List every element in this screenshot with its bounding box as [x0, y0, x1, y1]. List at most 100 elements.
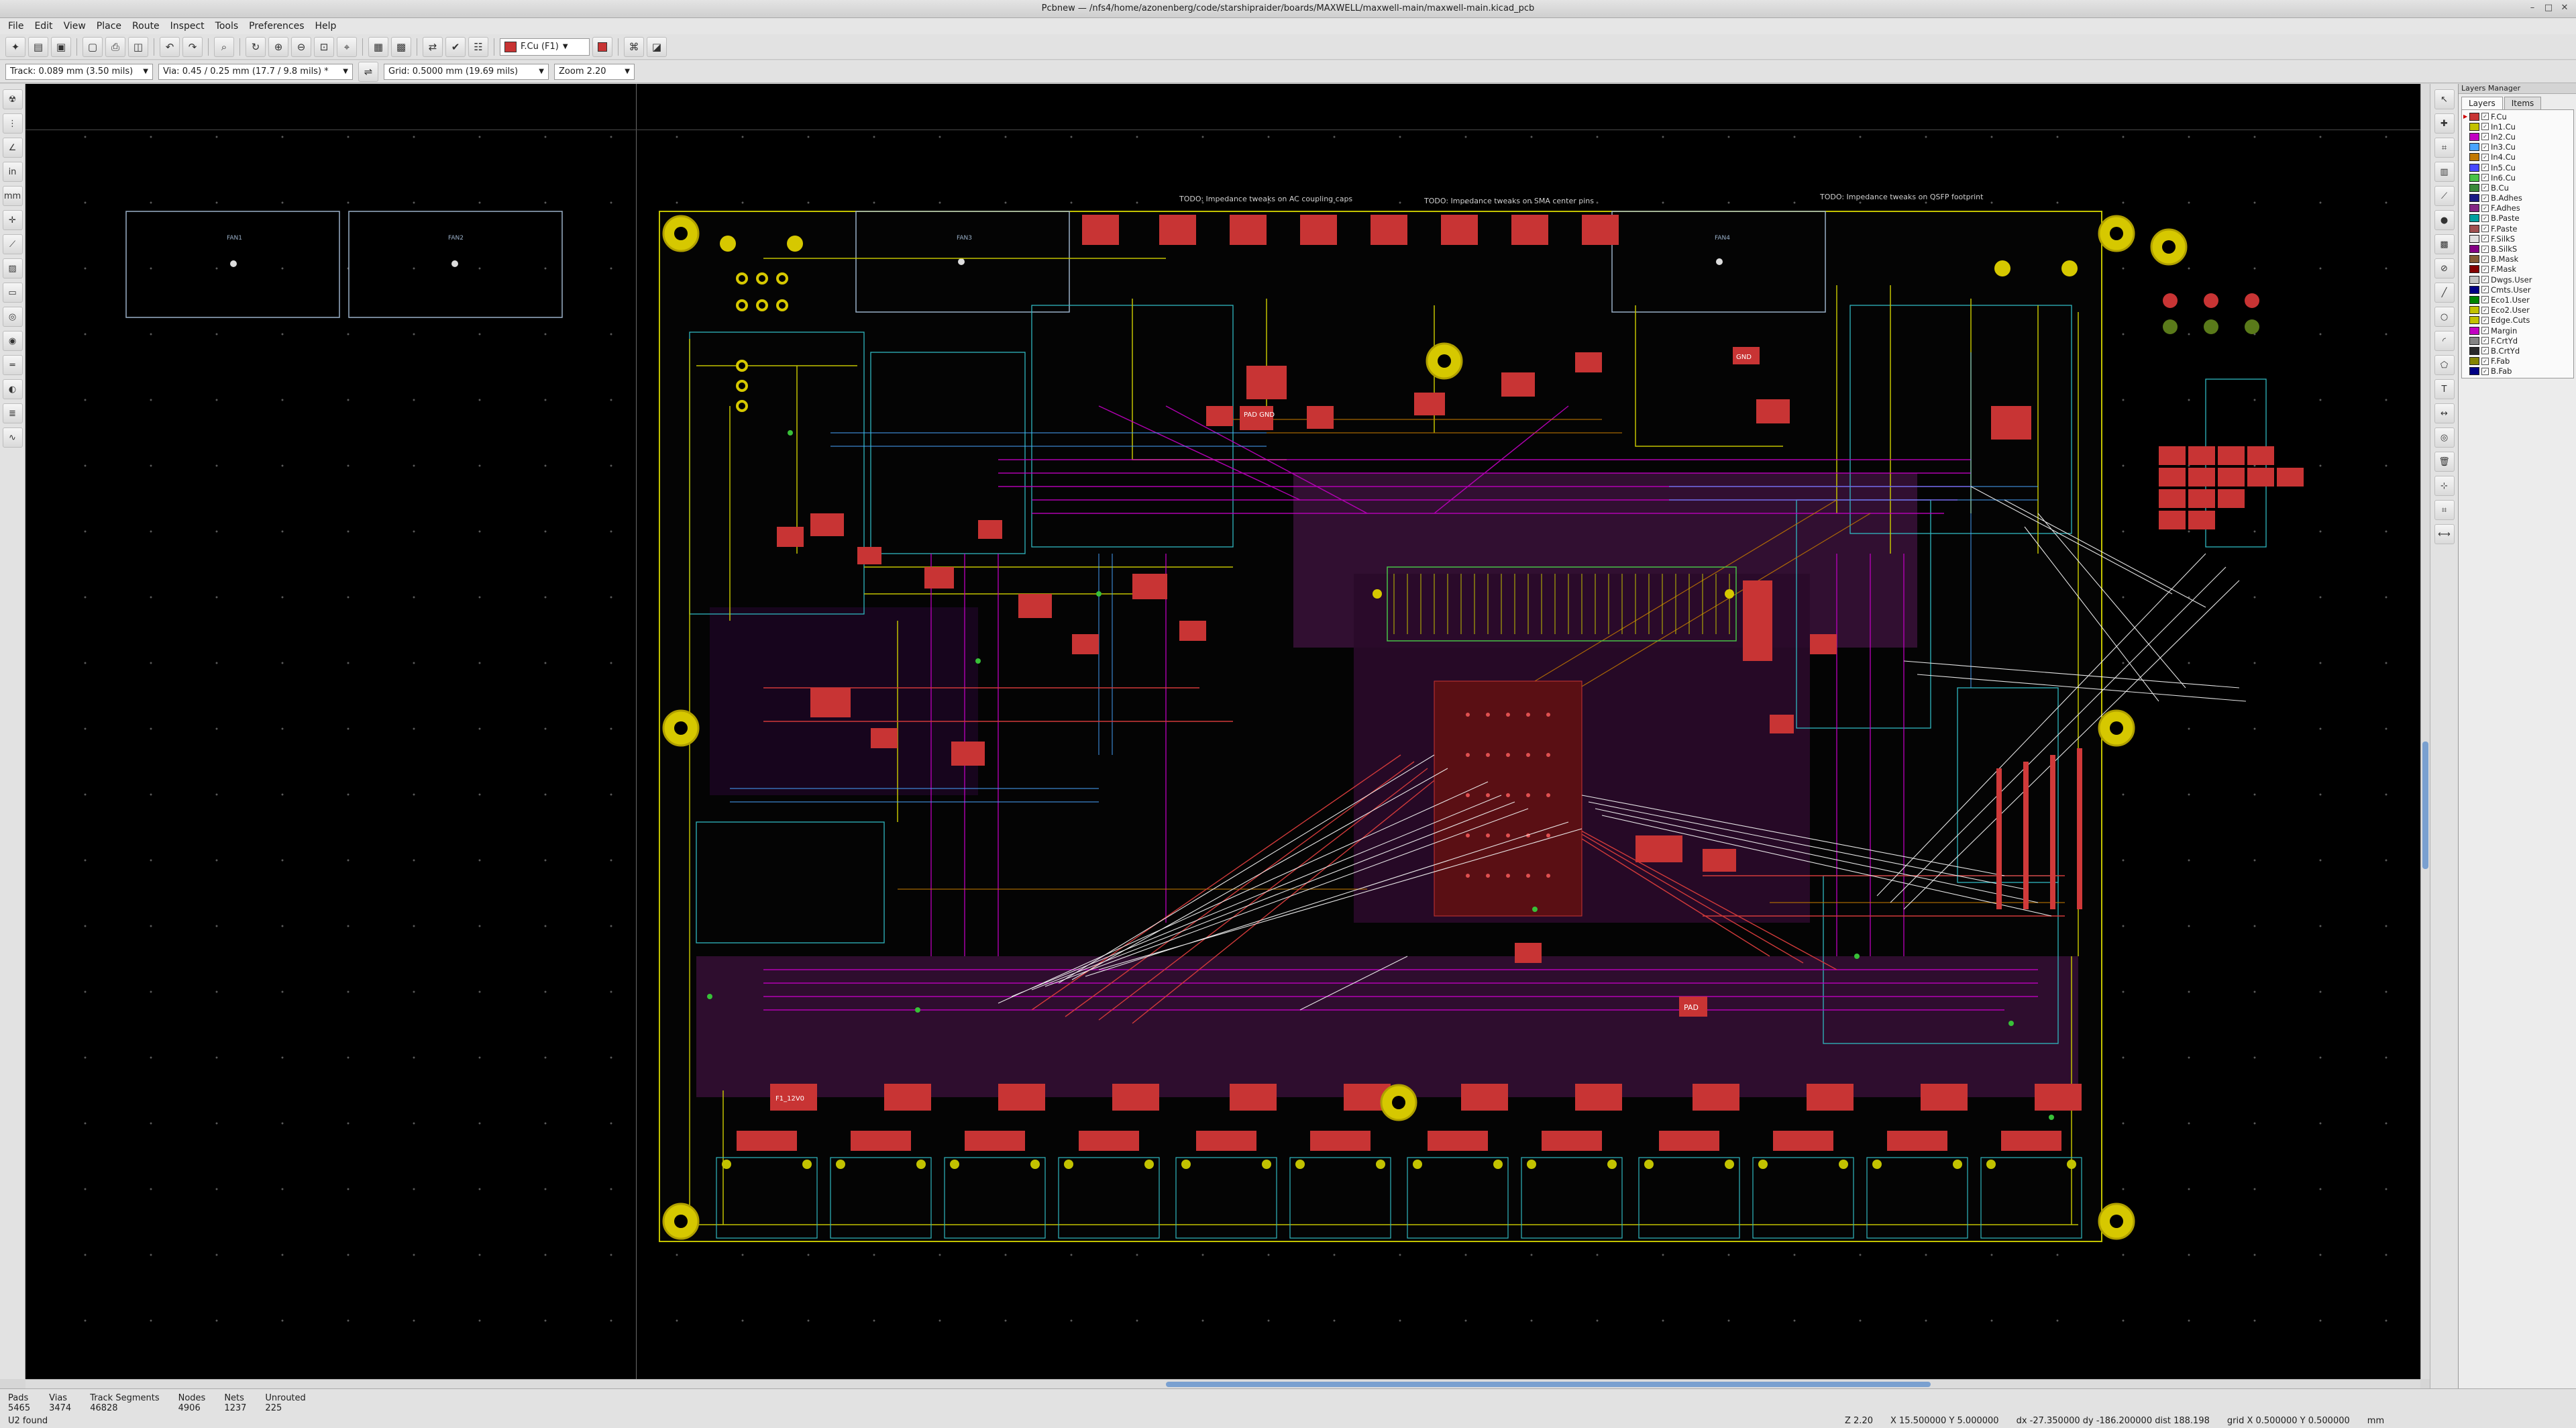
layer-row[interactable]: ✓ In4.Cu: [2462, 152, 2573, 162]
layer-visibility-checkbox[interactable]: ✓: [2481, 113, 2489, 121]
add-text-icon[interactable]: T: [2434, 379, 2455, 399]
layer-color-swatch[interactable]: [2469, 153, 2479, 162]
layer-visibility-checkbox[interactable]: ✓: [2481, 235, 2489, 243]
layer-row[interactable]: ✓ In3.Cu: [2462, 142, 2573, 152]
close-icon[interactable]: ✕: [2559, 2, 2571, 14]
zoom-select[interactable]: Zoom 2.20 ▼: [554, 63, 635, 80]
layer-row[interactable]: ✓ Dwgs.User: [2462, 274, 2573, 285]
layer-row[interactable]: ✓ F.Mask: [2462, 264, 2573, 274]
high-contrast-icon[interactable]: ◐: [2, 379, 23, 399]
layer-row[interactable]: ✓ Margin: [2462, 325, 2573, 336]
redo-icon[interactable]: ↷: [182, 36, 203, 57]
layer-visibility-checkbox[interactable]: ✓: [2481, 276, 2489, 284]
drc-toggle-icon[interactable]: ☢: [2, 89, 23, 109]
layer-pair-icon[interactable]: [592, 36, 612, 57]
layer-visibility-checkbox[interactable]: ✓: [2481, 184, 2489, 192]
cursor-shape-icon[interactable]: ✛: [2, 210, 23, 230]
maximize-icon[interactable]: □: [2542, 2, 2555, 14]
layer-color-swatch[interactable]: [2469, 173, 2479, 182]
layer-color-swatch[interactable]: [2469, 326, 2479, 335]
layer-color-swatch[interactable]: [2469, 316, 2479, 325]
zoom-selection-icon[interactable]: ⌖: [337, 36, 357, 57]
route-track-icon[interactable]: ⟋: [2434, 186, 2455, 206]
open-board-icon[interactable]: ▤: [28, 36, 48, 57]
layer-visibility-checkbox[interactable]: ✓: [2481, 327, 2489, 335]
layer-color-swatch[interactable]: [2469, 245, 2479, 254]
layer-row[interactable]: ✓ In1.Cu: [2462, 121, 2573, 132]
add-arc-icon[interactable]: ◜: [2434, 331, 2455, 351]
tab-items[interactable]: Items: [2504, 97, 2542, 109]
layer-color-swatch[interactable]: [2469, 122, 2479, 131]
layer-color-swatch[interactable]: [2469, 224, 2479, 233]
drc-icon[interactable]: ✔: [445, 36, 466, 57]
layers-manager-icon[interactable]: ≣: [2, 403, 23, 423]
minimize-icon[interactable]: –: [2526, 2, 2538, 14]
layer-color-swatch[interactable]: [2469, 367, 2479, 376]
grid-origin-icon[interactable]: ⌗: [2434, 500, 2455, 520]
layer-visibility-checkbox[interactable]: ✓: [2481, 296, 2489, 304]
layer-visibility-checkbox[interactable]: ✓: [2481, 133, 2489, 141]
add-dimension-icon[interactable]: ↔: [2434, 403, 2455, 423]
auto-track-width-icon[interactable]: ⇌: [358, 61, 378, 82]
refresh-icon[interactable]: ↻: [246, 36, 266, 57]
layer-color-swatch[interactable]: [2469, 163, 2479, 172]
pad-sketch-icon[interactable]: ◎: [2, 307, 23, 327]
menu-edit[interactable]: Edit: [29, 21, 58, 32]
menu-help[interactable]: Help: [310, 21, 342, 32]
polar-coords-icon[interactable]: ∠: [2, 138, 23, 158]
layer-color-swatch[interactable]: [2469, 214, 2479, 223]
layer-color-swatch[interactable]: [2469, 346, 2479, 355]
layer-row[interactable]: ✓ F.Paste: [2462, 223, 2573, 234]
plot-icon[interactable]: ◫: [128, 36, 148, 57]
zoom-out-icon[interactable]: ⊖: [291, 36, 311, 57]
layer-visibility-checkbox[interactable]: ✓: [2481, 357, 2489, 365]
layer-visibility-checkbox[interactable]: ✓: [2481, 194, 2489, 202]
layer-color-swatch[interactable]: [2469, 255, 2479, 264]
page-settings-icon[interactable]: ▢: [83, 36, 103, 57]
add-via-icon[interactable]: ●: [2434, 210, 2455, 230]
layer-row[interactable]: ✓ In5.Cu: [2462, 162, 2573, 172]
grid-size-select[interactable]: Grid: 0.5000 mm (19.69 mils) ▼: [384, 63, 549, 80]
layer-visibility-checkbox[interactable]: ✓: [2481, 245, 2489, 253]
measure-icon[interactable]: ⟷: [2434, 524, 2455, 544]
layer-visibility-checkbox[interactable]: ✓: [2481, 225, 2489, 233]
layer-color-swatch[interactable]: [2469, 234, 2479, 243]
add-polygon-icon[interactable]: ⬠: [2434, 355, 2455, 375]
local-ratsnest-icon[interactable]: ⌗: [2434, 138, 2455, 158]
layer-row[interactable]: ✓ Cmts.User: [2462, 285, 2573, 295]
layer-row[interactable]: ▶ ✓ F.Cu: [2462, 111, 2573, 121]
layer-row[interactable]: ✓ F.Fab: [2462, 356, 2573, 366]
layer-row[interactable]: ✓ F.Adhes: [2462, 203, 2573, 213]
layer-visibility-checkbox[interactable]: ✓: [2481, 123, 2489, 131]
zone-outline-icon[interactable]: ▭: [2, 283, 23, 303]
layer-color-swatch[interactable]: [2469, 194, 2479, 203]
layer-color-swatch[interactable]: [2469, 336, 2479, 345]
add-circle-icon[interactable]: ○: [2434, 307, 2455, 327]
layer-color-swatch[interactable]: [2469, 275, 2479, 284]
layer-visibility-checkbox[interactable]: ✓: [2481, 143, 2489, 151]
layer-visibility-checkbox[interactable]: ✓: [2481, 174, 2489, 182]
zoom-in-icon[interactable]: ⊕: [268, 36, 288, 57]
layer-color-swatch[interactable]: [2469, 132, 2479, 141]
menu-view[interactable]: View: [58, 21, 91, 32]
grid-toggle-icon[interactable]: ⋮: [2, 113, 23, 134]
menu-tools[interactable]: Tools: [210, 21, 244, 32]
layer-row[interactable]: ✓ In6.Cu: [2462, 172, 2573, 183]
delete-tool-icon[interactable]: 🗑: [2434, 452, 2455, 472]
layer-visibility-checkbox[interactable]: ✓: [2481, 164, 2489, 172]
scroll-thumb[interactable]: [1166, 1382, 1931, 1387]
track-width-select[interactable]: Track: 0.089 mm (3.50 mils) ▼: [5, 63, 153, 80]
add-zone-icon[interactable]: ▩: [2434, 234, 2455, 254]
layer-row[interactable]: ✓ In2.Cu: [2462, 132, 2573, 142]
layer-row[interactable]: ✓ F.SilkS: [2462, 234, 2573, 244]
find-icon[interactable]: ⌕: [214, 36, 234, 57]
menu-preferences[interactable]: Preferences: [244, 21, 309, 32]
layer-color-swatch[interactable]: [2469, 204, 2479, 213]
menu-inspect[interactable]: Inspect: [165, 21, 210, 32]
undo-icon[interactable]: ↶: [160, 36, 180, 57]
active-layer-select[interactable]: F.Cu (F1) ▼: [500, 38, 590, 56]
new-board-icon[interactable]: ✦: [5, 36, 25, 57]
layer-row[interactable]: ✓ B.Mask: [2462, 254, 2573, 264]
layer-row[interactable]: ✓ Eco1.User: [2462, 295, 2573, 305]
zoom-fit-icon[interactable]: ⊡: [314, 36, 334, 57]
